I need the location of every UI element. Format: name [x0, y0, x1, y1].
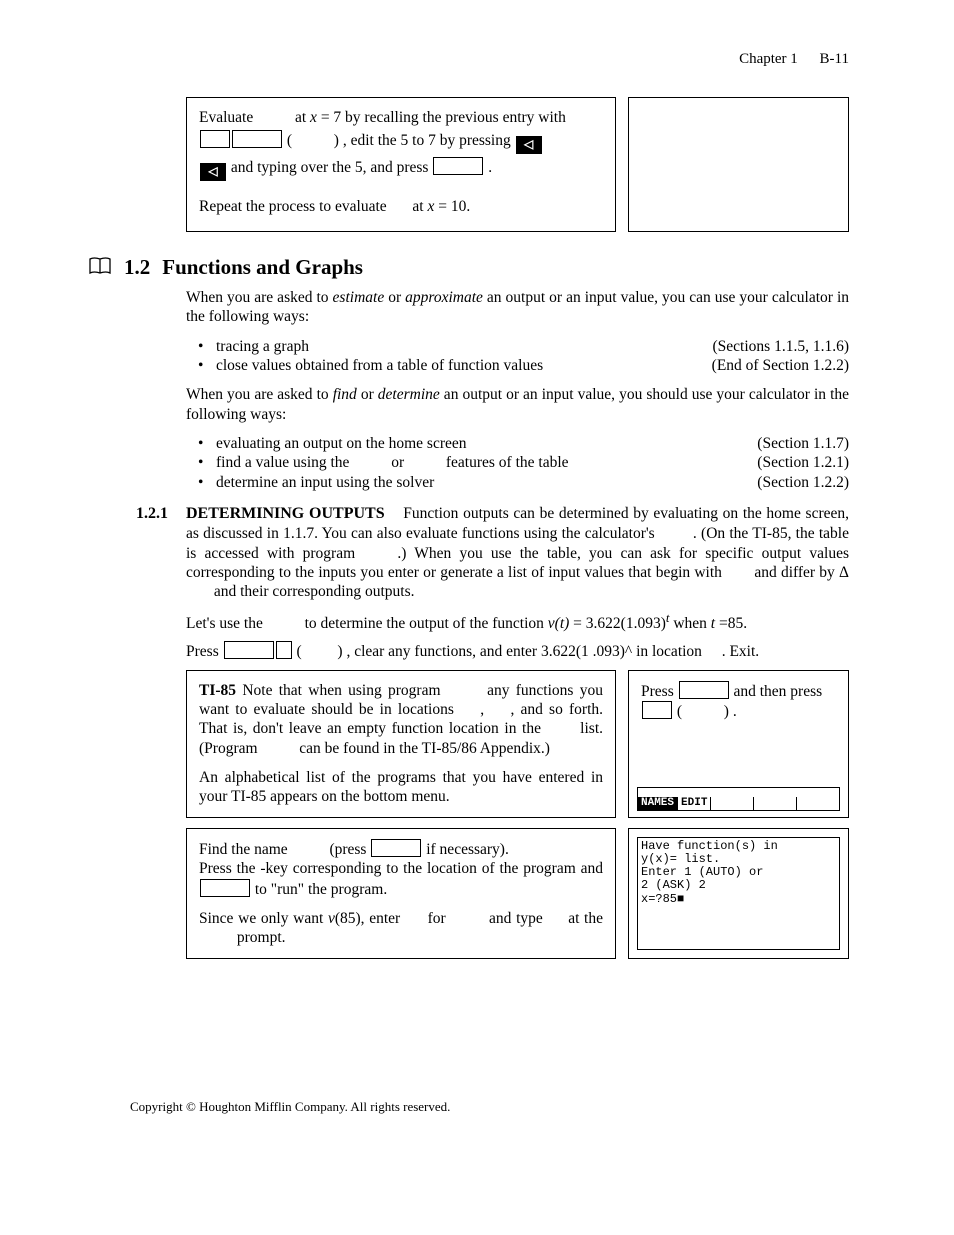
subsection-number: 1.2.1 — [136, 504, 184, 524]
intro-2: When you are asked to find or determine … — [186, 385, 849, 424]
bullet-list-1: tracing a graph(Sections 1.1.5, 1.1.6) c… — [186, 337, 849, 376]
example-line-2: ( ) , edit the 5 to 7 by pressing ◁ — [199, 130, 603, 154]
subsection-title: DETERMINING OUTPUTS — [186, 505, 385, 522]
example-box-right — [628, 97, 849, 232]
section-body: When you are asked to estimate or approx… — [186, 288, 849, 492]
instruction-para: An alphabetical list of the programs tha… — [199, 768, 603, 807]
subsection-1-2-1: 1.2.1 DETERMINING OUTPUTS Function outpu… — [186, 504, 849, 661]
key-blank — [679, 681, 729, 699]
example-box-row: Evaluate at x = 7 by recalling the previ… — [130, 97, 849, 232]
example-line-3: ◁ and typing over the 5, and press . — [199, 157, 603, 181]
sub-para-3: Press ( ) , clear any functions, and ent… — [186, 641, 849, 661]
list-item: find a value using the or features of th… — [186, 453, 849, 472]
menu-names: NAMES — [638, 797, 678, 810]
page-header: Chapter 1 B-11 — [130, 50, 849, 69]
calculator-screen-output: Have function(s) in y(x)= list. Enter 1 … — [637, 837, 840, 950]
menu-edit: EDIT — [678, 797, 711, 810]
instruction-table-row-1: TI-85 Note that when using program any f… — [186, 670, 849, 818]
instruction-left-cell: TI-85 Note that when using program any f… — [186, 670, 616, 818]
sub-para-1: 1.2.1 DETERMINING OUTPUTS Function outpu… — [186, 504, 849, 602]
bullet-list-2: evaluating an output on the home screen(… — [186, 434, 849, 492]
left-arrow-key-icon: ◁ — [516, 136, 542, 154]
intro-1: When you are asked to estimate or approx… — [186, 288, 849, 327]
list-item: tracing a graph(Sections 1.1.5, 1.1.6) — [186, 337, 849, 356]
key-blank — [642, 701, 672, 719]
section-title: Functions and Graphs — [162, 254, 363, 280]
list-item: evaluating an output on the home screen(… — [186, 434, 849, 453]
copyright-footer: Copyright © Houghton Mifflin Company. Al… — [130, 1099, 849, 1115]
key-blank — [200, 879, 250, 897]
section-heading: 1.2 Functions and Graphs — [88, 254, 849, 280]
key-blank-2 — [232, 130, 282, 148]
instruction-right-cell-2: Have function(s) in y(x)= list. Enter 1 … — [628, 828, 849, 959]
chapter-label: Chapter 1 — [739, 51, 798, 67]
example-box-left: Evaluate at x = 7 by recalling the previ… — [186, 97, 616, 232]
key-blank — [276, 641, 292, 659]
right-instructions: Press and then press ( ) . — [641, 681, 836, 722]
section-number: 1.2 — [124, 254, 150, 280]
list-item: close values obtained from a table of fu… — [186, 356, 849, 375]
example-line-4: Repeat the process to evaluate at x = 10… — [199, 197, 603, 216]
calc-model-label: TI-85 — [199, 682, 236, 699]
calculator-screen: NAMES EDIT — [637, 787, 840, 811]
instruction-left-cell-2: Find the name (press if necessary). Pres… — [186, 828, 616, 959]
instruction-table-row-2: Find the name (press if necessary). Pres… — [186, 828, 849, 959]
example-line-1: Evaluate at x = 7 by recalling the previ… — [199, 108, 603, 127]
left-arrow-key-icon-2: ◁ — [200, 163, 226, 181]
page-number: B-11 — [820, 51, 849, 67]
instruction-right-cell: Press and then press ( ) . NAMES EDIT — [628, 670, 849, 818]
key-enter — [433, 157, 483, 175]
book-icon — [88, 256, 112, 276]
key-blank-1 — [200, 130, 230, 148]
key-blank — [371, 839, 421, 857]
sub-para-2: Let's use the to determine the output of… — [186, 610, 849, 634]
key-blank — [224, 641, 274, 659]
list-item: determine an input using the solver(Sect… — [186, 473, 849, 492]
